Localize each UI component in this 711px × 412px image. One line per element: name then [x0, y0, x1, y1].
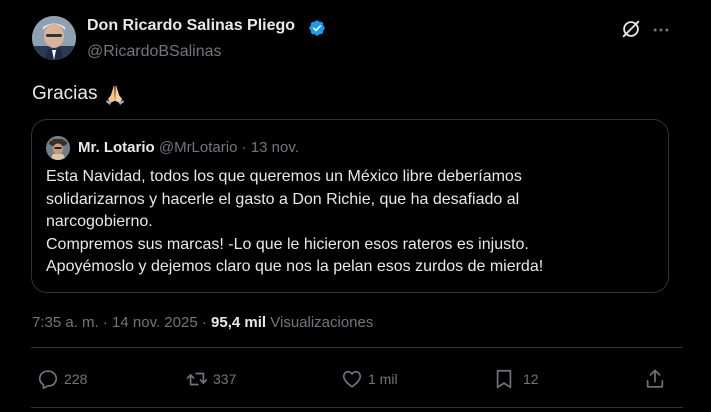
quoted-text-line: Esta Navidad, todos los que queremos un …: [46, 168, 522, 185]
tweet-text: Gracias: [32, 82, 127, 106]
reply-icon: [38, 370, 58, 389]
divider: [31, 347, 683, 348]
grok-icon[interactable]: [620, 18, 642, 40]
tweet-time[interactable]: 7:35 a. m.: [32, 314, 99, 331]
author-avatar[interactable]: [32, 16, 76, 60]
tweet-meta: 7:35 a. m. · 14 nov. 2025 · 95,4 mil Vis…: [32, 314, 373, 331]
share-icon: [646, 369, 664, 388]
tweet-text-content: Gracias: [32, 83, 98, 104]
tweet: Don Ricardo Salinas Pliego @RicardoBSali…: [0, 0, 711, 412]
quoted-author-name[interactable]: Mr. Lotario: [78, 139, 155, 156]
quoted-separator: ·: [241, 139, 247, 156]
more-options-icon[interactable]: [651, 20, 671, 40]
like-count: 1 mil: [368, 371, 398, 387]
heart-icon: [342, 370, 362, 388]
quoted-date[interactable]: 13 nov.: [251, 139, 299, 156]
quoted-text-line: solidarizarnos y hacerle el gasto a Don …: [46, 190, 520, 208]
views-count[interactable]: 95,4 mil: [211, 314, 266, 331]
divider: [31, 407, 683, 408]
like-button[interactable]: 1 mil: [341, 367, 398, 391]
verified-badge-icon: [309, 20, 325, 36]
quoted-text-line: Compremos sus marcas! -Lo que le hiciero…: [46, 235, 529, 253]
quoted-text-line: Apoyémoslo y dejemos claro que nos la pe…: [46, 258, 544, 275]
quoted-author-handle[interactable]: @MrLotario: [159, 139, 238, 156]
share-button[interactable]: [644, 367, 666, 391]
views-label: Visualizaciones: [270, 314, 374, 331]
repost-icon: [186, 372, 208, 386]
repost-count: 337: [213, 371, 237, 387]
folded-hands-icon: [106, 85, 125, 105]
repost-button[interactable]: 337: [186, 367, 236, 391]
tweet-date[interactable]: 14 nov. 2025: [112, 314, 198, 331]
reply-button[interactable]: 228: [37, 367, 87, 391]
meta-separator: ·: [201, 314, 207, 331]
bookmark-count: 12: [523, 371, 539, 387]
reply-count: 228: [64, 371, 88, 387]
meta-separator: ·: [102, 314, 108, 331]
author-handle[interactable]: @RicardoBSalinas: [87, 43, 222, 61]
bookmark-icon: [496, 369, 512, 389]
quoted-author-avatar[interactable]: [46, 136, 70, 160]
author-name[interactable]: Don Ricardo Salinas Pliego: [87, 17, 295, 35]
quoted-header: Mr. Lotario @MrLotario · 13 nov.: [78, 139, 299, 156]
quoted-text-line: narcogobierno.: [46, 213, 153, 230]
quoted-tweet[interactable]: Mr. Lotario @MrLotario · 13 nov. Esta Na…: [31, 119, 669, 293]
bookmark-button[interactable]: 12: [493, 367, 539, 391]
quoted-text: Esta Navidad, todos los que queremos un …: [46, 166, 656, 279]
